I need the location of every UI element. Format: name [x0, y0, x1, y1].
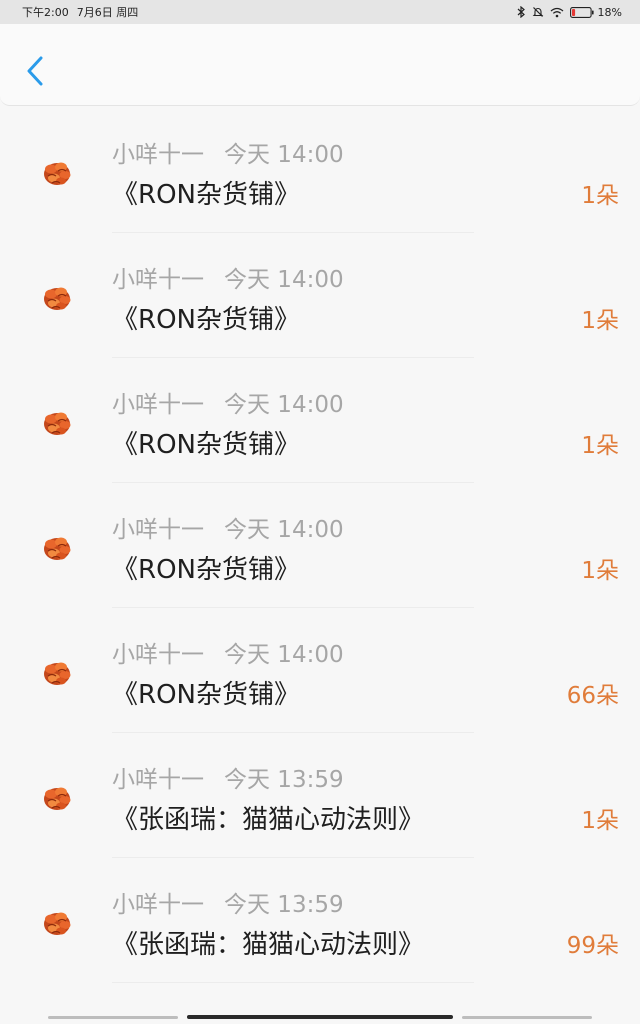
- battery: 18%: [569, 5, 622, 19]
- bouquet-icon: [44, 537, 71, 560]
- back-button[interactable]: [18, 50, 52, 92]
- battery-percent: 18%: [597, 5, 622, 19]
- bouquet-icon: [44, 912, 71, 935]
- battery-fill: [571, 8, 575, 16]
- book-title: 《张函瑞：猫猫心动法则》: [112, 930, 425, 960]
- bell-muted-icon: [532, 6, 544, 18]
- item-meta: 小咩十一 今天 14:00: [112, 385, 344, 419]
- list-item[interactable]: 小咩十一 今天 14:00 《RON杂货铺》 1朵: [0, 358, 640, 483]
- list-item[interactable]: 小咩十一 今天 14:00 《RON杂货铺》 66朵: [0, 608, 640, 733]
- list-item[interactable]: 小咩十一 今天 14:00 《RON杂货铺》 1朵: [0, 233, 640, 358]
- sender-name: 小咩十一: [112, 392, 204, 418]
- item-meta: 小咩十一 今天 13:59: [112, 760, 344, 794]
- sender-name: 小咩十一: [112, 267, 204, 293]
- item-meta: 小咩十一 今天 14:00: [112, 135, 344, 169]
- bouquet-icon: [44, 787, 71, 810]
- wifi-icon: [550, 7, 564, 18]
- book-title: 《RON杂货铺》: [112, 680, 300, 710]
- avatar: [40, 406, 74, 440]
- status-date: 7月6日 周四: [76, 6, 139, 19]
- flower-amount: 66朵: [566, 683, 619, 709]
- bouquet-icon: [44, 412, 71, 435]
- header: [0, 24, 640, 106]
- list-item[interactable]: 小咩十一 今天 14:00 《RON杂货铺》 1朵: [0, 483, 640, 608]
- sender-name: 小咩十一: [112, 767, 204, 793]
- flower-amount: 1朵: [581, 558, 619, 584]
- avatar: [40, 656, 74, 690]
- timestamp: 今天 14:00: [224, 267, 344, 293]
- timestamp: 今天 14:00: [224, 642, 344, 668]
- home-indicator-right: [462, 1016, 592, 1019]
- timestamp: 今天 13:59: [224, 892, 344, 918]
- status-bar: 下午2:00 7月6日 周四 18%: [0, 0, 640, 24]
- timestamp: 今天 14:00: [224, 392, 344, 418]
- bluetooth-icon: [516, 6, 526, 18]
- timestamp: 今天 14:00: [224, 517, 344, 543]
- item-meta: 小咩十一 今天 14:00: [112, 635, 344, 669]
- screen: 下午2:00 7月6日 周四 18% 小咩十一 今天 14:00 《RON杂货铺…: [0, 0, 640, 1024]
- divider: [112, 982, 474, 983]
- book-title: 《RON杂货铺》: [112, 180, 300, 210]
- home-indicator[interactable]: [187, 1015, 453, 1019]
- avatar: [40, 531, 74, 565]
- bouquet-icon: [44, 662, 71, 685]
- timestamp: 今天 14:00: [224, 142, 344, 168]
- flower-amount: 1朵: [581, 808, 619, 834]
- flower-amount: 1朵: [581, 308, 619, 334]
- status-right: 18%: [516, 6, 622, 19]
- list-item[interactable]: 小咩十一 今天 13:59 《张函瑞：猫猫心动法则》 1朵: [0, 733, 640, 858]
- sender-name: 小咩十一: [112, 642, 204, 668]
- status-left: 下午2:00 7月6日 周四: [22, 4, 138, 20]
- battery-icon: [569, 6, 594, 18]
- book-title: 《RON杂货铺》: [112, 305, 300, 335]
- avatar: [40, 781, 74, 815]
- avatar: [40, 156, 74, 190]
- avatar: [40, 906, 74, 940]
- book-title: 《张函瑞：猫猫心动法则》: [112, 805, 425, 835]
- avatar: [40, 281, 74, 315]
- sender-name: 小咩十一: [112, 142, 204, 168]
- bouquet-icon: [44, 162, 71, 185]
- item-meta: 小咩十一 今天 14:00: [112, 260, 344, 294]
- home-indicator-left: [48, 1016, 178, 1019]
- book-title: 《RON杂货铺》: [112, 430, 300, 460]
- sender-name: 小咩十一: [112, 517, 204, 543]
- chevron-left-icon: [27, 56, 43, 86]
- flower-amount: 1朵: [581, 433, 619, 459]
- item-meta: 小咩十一 今天 13:59: [112, 885, 344, 919]
- sender-name: 小咩十一: [112, 892, 204, 918]
- book-title: 《RON杂货铺》: [112, 555, 300, 585]
- gift-record-list: 小咩十一 今天 14:00 《RON杂货铺》 1朵 小咩十一 今天 14:00 …: [0, 108, 640, 983]
- flower-amount: 1朵: [581, 183, 619, 209]
- flower-amount: 99朵: [566, 933, 619, 959]
- status-time: 下午2:00: [22, 6, 69, 19]
- timestamp: 今天 13:59: [224, 767, 344, 793]
- bouquet-icon: [44, 287, 71, 310]
- list-item[interactable]: 小咩十一 今天 13:59 《张函瑞：猫猫心动法则》 99朵: [0, 858, 640, 983]
- list-item[interactable]: 小咩十一 今天 14:00 《RON杂货铺》 1朵: [0, 108, 640, 233]
- item-meta: 小咩十一 今天 14:00: [112, 510, 344, 544]
